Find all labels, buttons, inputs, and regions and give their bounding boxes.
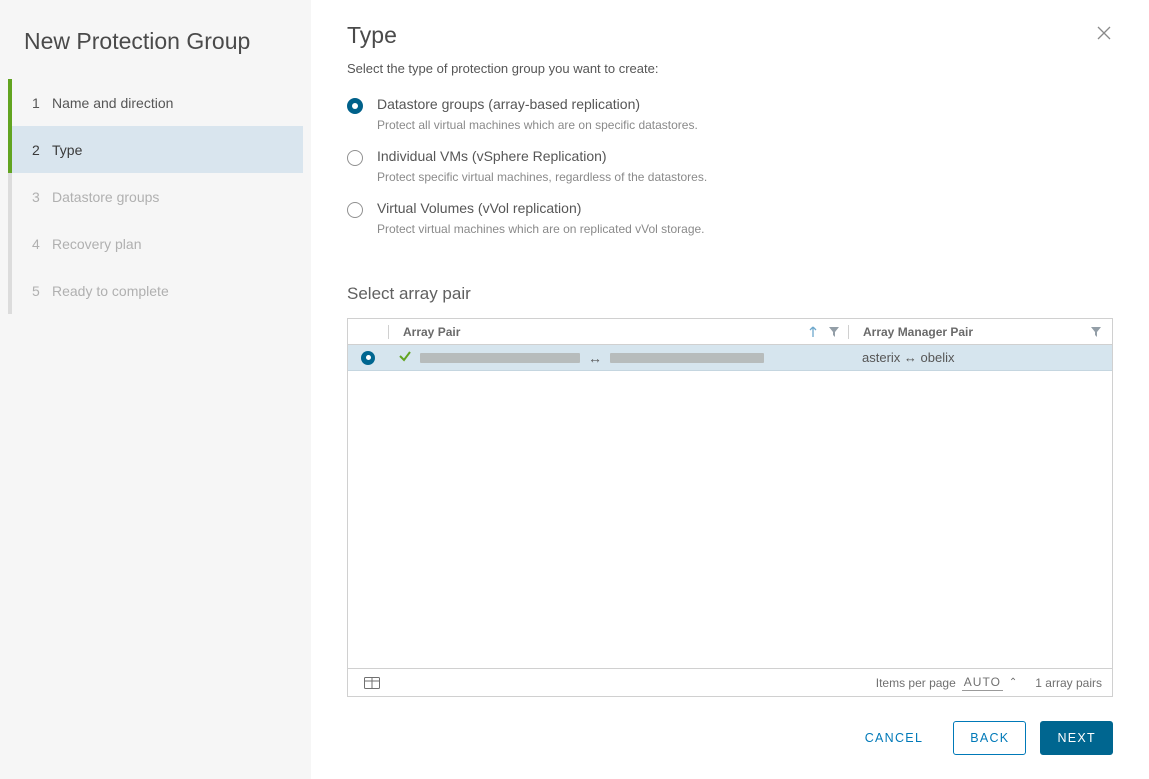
table-footer: Items per page AUTO ⌃ 1 array pairs (348, 668, 1112, 696)
redacted-text (610, 353, 764, 363)
step-number: 1 (32, 95, 52, 111)
items-per-page-label: Items per page (876, 676, 956, 690)
close-icon (1097, 26, 1111, 40)
step-label: Type (52, 142, 82, 158)
step-label: Recovery plan (52, 236, 142, 252)
step-label: Datastore groups (52, 189, 159, 205)
step-ready-to-complete[interactable]: 5 Ready to complete (8, 267, 303, 314)
step-recovery-plan[interactable]: 4 Recovery plan (8, 220, 303, 267)
radio-icon[interactable] (347, 150, 363, 166)
table-row[interactable]: ↔ asterix ↔ obelix (348, 345, 1112, 371)
wizard-steps: 1 Name and direction 2 Type 3 Datastore … (8, 79, 303, 314)
protection-type-options: Datastore groups (array-based replicatio… (347, 96, 1113, 252)
radio-icon[interactable] (347, 202, 363, 218)
col-label: Array Manager Pair (863, 325, 973, 339)
option-individual-vms[interactable]: Individual VMs (vSphere Replication) Pro… (347, 148, 1113, 184)
filter-icon[interactable] (1090, 326, 1102, 338)
option-label: Virtual Volumes (vVol replication) (377, 200, 705, 216)
column-picker-icon[interactable] (364, 677, 380, 689)
option-virtual-volumes[interactable]: Virtual Volumes (vVol replication) Prote… (347, 200, 1113, 236)
back-button[interactable]: BACK (953, 721, 1026, 755)
col-array-pair[interactable]: Array Pair (388, 325, 848, 339)
row-array-pair: ↔ (388, 349, 848, 366)
content-header: Type (347, 22, 1113, 49)
wizard-dialog: New Protection Group 1 Name and directio… (0, 0, 1149, 779)
check-icon (398, 349, 412, 366)
table-body: ↔ asterix ↔ obelix (348, 345, 1112, 668)
items-per-page[interactable]: Items per page AUTO ⌃ (876, 675, 1018, 691)
close-button[interactable] (1095, 22, 1113, 44)
radio-selected-icon[interactable] (361, 351, 375, 365)
step-number: 3 (32, 189, 52, 205)
step-number: 2 (32, 142, 52, 158)
col-array-manager-pair[interactable]: Array Manager Pair (848, 325, 1112, 339)
sort-asc-icon[interactable] (808, 326, 818, 338)
cancel-button[interactable]: CANCEL (849, 721, 940, 755)
row-count-label: 1 array pairs (1035, 676, 1102, 690)
wizard-footer: CANCEL BACK NEXT (347, 697, 1113, 779)
table-header: Array Pair Array Manager Pair (348, 319, 1112, 345)
step-label: Name and direction (52, 95, 173, 111)
step-number: 4 (32, 236, 52, 252)
option-hint: Protect virtual machines which are on re… (377, 222, 705, 236)
section-title-array-pair: Select array pair (347, 284, 1113, 304)
step-type[interactable]: 2 Type (8, 126, 303, 173)
row-select[interactable] (348, 351, 388, 365)
redacted-text (420, 353, 580, 363)
col-label: Array Pair (403, 325, 460, 339)
array-pair-table: Array Pair Array Manager Pair (347, 318, 1113, 697)
option-hint: Protect all virtual machines which are o… (377, 118, 698, 132)
wizard-sidebar: New Protection Group 1 Name and directio… (0, 0, 311, 779)
chevron-up-icon[interactable]: ⌃ (1009, 677, 1017, 688)
wizard-title: New Protection Group (8, 22, 303, 79)
row-array-manager-pair: asterix ↔ obelix (848, 350, 1112, 365)
page-title: Type (347, 22, 397, 49)
option-label: Datastore groups (array-based replicatio… (377, 96, 698, 112)
next-button[interactable]: NEXT (1040, 721, 1113, 755)
wizard-content: Type Select the type of protection group… (311, 0, 1149, 779)
option-hint: Protect specific virtual machines, regar… (377, 170, 707, 184)
swap-icon: ↔ (588, 350, 602, 366)
step-datastore-groups[interactable]: 3 Datastore groups (8, 173, 303, 220)
step-label: Ready to complete (52, 283, 169, 299)
items-per-page-value[interactable]: AUTO (962, 675, 1003, 691)
option-label: Individual VMs (vSphere Replication) (377, 148, 707, 164)
filter-icon[interactable] (828, 326, 840, 338)
option-datastore-groups[interactable]: Datastore groups (array-based replicatio… (347, 96, 1113, 132)
page-subtitle: Select the type of protection group you … (347, 61, 1113, 76)
radio-icon[interactable] (347, 98, 363, 114)
step-number: 5 (32, 283, 52, 299)
step-name-and-direction[interactable]: 1 Name and direction (8, 79, 303, 126)
